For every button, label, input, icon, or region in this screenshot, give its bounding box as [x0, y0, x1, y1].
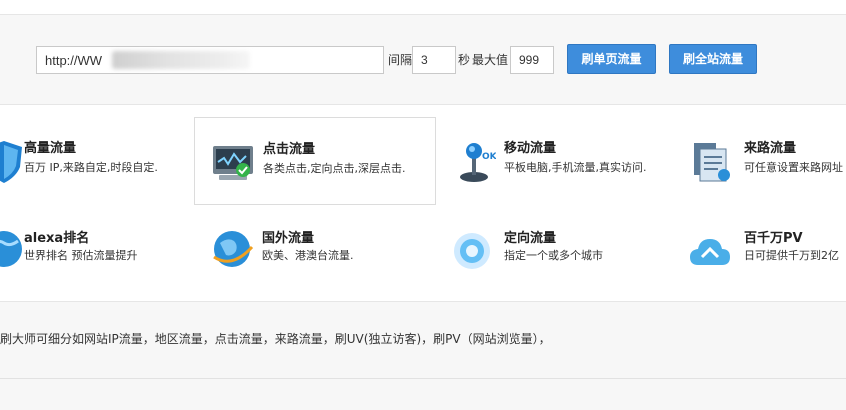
- service-description: 刷大师可细分如网站IP流量，地区流量，点击流量，来路流量，刷UV(独立访客)，刷…: [0, 332, 551, 346]
- svg-text:OK: OK: [482, 152, 496, 162]
- feature-targeted[interactable]: 定向流量 指定一个或多个城市: [436, 209, 678, 297]
- feature-mobile[interactable]: OK 移动流量 平板电脑,手机流量,真实访问.: [436, 117, 678, 205]
- target-icon: [454, 233, 490, 269]
- top-band: [0, 0, 846, 15]
- feature-alexa[interactable]: alexa排名 世界排名 预估流量提升: [0, 209, 222, 297]
- globe-icon: [213, 231, 254, 267]
- feature-title: alexa排名: [24, 231, 90, 246]
- feature-desc: 平板电脑,手机流量,真实访问.: [504, 161, 647, 174]
- feature-title: 百千万PV: [744, 231, 803, 246]
- feature-desc: 欧美、港澳台流量.: [262, 249, 354, 262]
- feature-high-volume[interactable]: 高量流量 百万 IP,来路自定,时段自定.: [0, 117, 222, 205]
- feature-desc: 世界排名 预估流量提升: [24, 249, 138, 262]
- documents-icon: [694, 143, 730, 182]
- interval-label: 间隔: [388, 53, 413, 67]
- url-redaction-blur: [112, 51, 250, 69]
- feature-grid: 高量流量 百万 IP,来路自定,时段自定. 点击流量 各类点击,定向点击,深层点…: [0, 104, 846, 302]
- feature-desc: 指定一个或多个城市: [504, 249, 603, 262]
- interval-input[interactable]: [412, 46, 456, 74]
- feature-title: 点击流量: [263, 142, 316, 157]
- feature-title: 移动流量: [504, 141, 557, 156]
- joystick-icon: OK: [460, 143, 496, 182]
- max-value-input[interactable]: [510, 46, 554, 74]
- cloud-icon: [690, 239, 730, 265]
- feature-title: 国外流量: [262, 231, 315, 246]
- feature-referrer[interactable]: 来路流量 可任意设置来路网址: [678, 117, 846, 205]
- feature-desc: 日可提供千万到2亿: [744, 249, 839, 262]
- feature-pv[interactable]: 百千万PV 日可提供千万到2亿: [678, 209, 846, 297]
- refresh-single-page-button[interactable]: 刷单页流量: [567, 44, 656, 74]
- monitor-check-icon: [213, 146, 253, 180]
- max-label: 最大值: [472, 53, 509, 67]
- feature-click[interactable]: 点击流量 各类点击,定向点击,深层点击.: [194, 117, 436, 205]
- refresh-whole-site-button[interactable]: 刷全站流量: [669, 44, 757, 74]
- feature-desc: 各类点击,定向点击,深层点击.: [263, 162, 406, 175]
- feature-title: 高量流量: [24, 141, 77, 156]
- feature-title: 定向流量: [504, 231, 557, 246]
- seconds-label: 秒: [458, 53, 471, 67]
- feature-title: 来路流量: [744, 141, 797, 156]
- feature-desc: 百万 IP,来路自定,时段自定.: [24, 161, 158, 174]
- divider: [0, 378, 846, 379]
- feature-desc: 可任意设置来路网址: [744, 161, 843, 174]
- feature-foreign[interactable]: 国外流量 欧美、港澳台流量.: [194, 209, 436, 297]
